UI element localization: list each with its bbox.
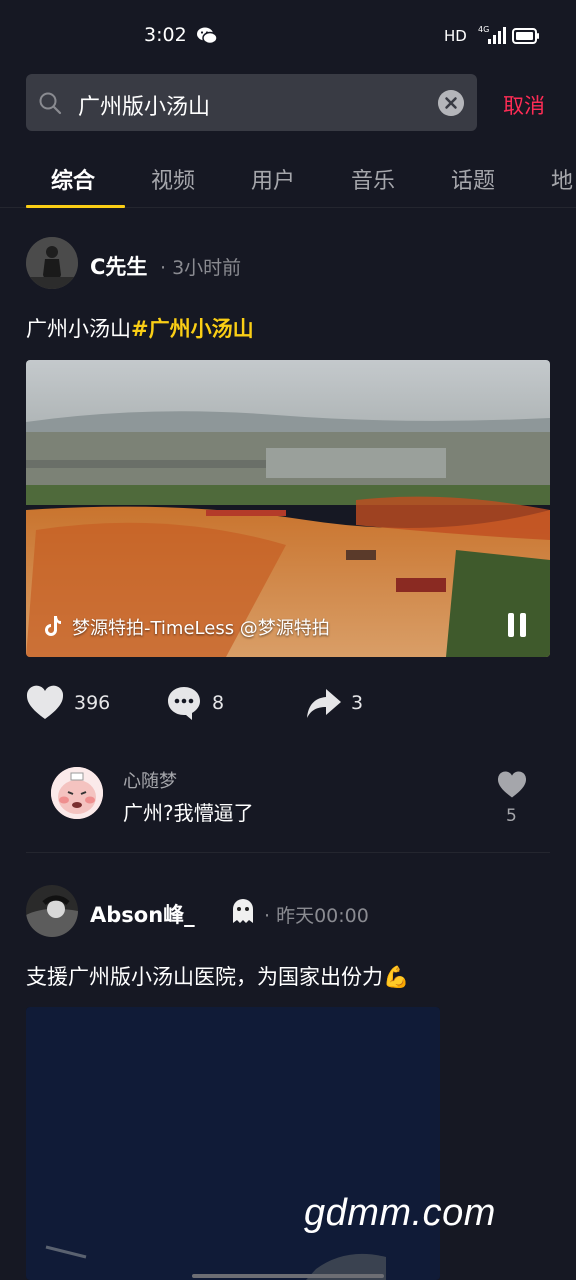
like-count: 396 — [74, 692, 111, 714]
home-indicator[interactable] — [192, 1274, 384, 1278]
signal-label: 4G — [478, 25, 489, 34]
tab-music[interactable]: 音乐 — [351, 163, 395, 195]
network-hd-label: HD — [444, 27, 467, 45]
wechat-icon — [197, 27, 218, 45]
heart-icon[interactable] — [26, 685, 64, 721]
tab-places[interactable]: 地 — [551, 163, 573, 195]
cancel-button[interactable]: 取消 — [503, 90, 545, 120]
share-count: 3 — [351, 692, 364, 714]
post-text: 支援广州版小汤山医院，为国家出份力💪 — [26, 965, 410, 989]
avatar[interactable] — [26, 885, 78, 937]
tab-overall[interactable]: 综合 — [51, 163, 95, 195]
search-query: 广州版小汤山 — [78, 95, 211, 120]
ghost-icon — [233, 899, 253, 923]
comment-avatar[interactable] — [51, 767, 103, 819]
battery-icon — [512, 28, 539, 44]
post-author[interactable]: C先生 — [90, 251, 147, 281]
status-bar: 3:02 HD 4G — [0, 0, 576, 72]
video-caption: 梦源特拍-TimeLess @梦源特拍 — [72, 618, 330, 639]
post-time: · 3小时前 — [160, 257, 242, 279]
tab-users[interactable]: 用户 — [251, 163, 295, 195]
avatar[interactable] — [26, 237, 78, 289]
search-input[interactable]: 广州版小汤山 — [26, 74, 477, 131]
post-time: · 昨天00:00 — [264, 905, 369, 927]
video-player[interactable]: 梦源特拍-TimeLess @梦源特拍 — [26, 360, 550, 657]
video-frame — [26, 1007, 440, 1280]
watermark-text: gdmm.com — [304, 1192, 496, 1234]
status-time: 3:02 — [144, 24, 187, 46]
share-icon[interactable] — [306, 688, 342, 720]
video-frame — [26, 360, 550, 657]
comment-count: 8 — [212, 692, 225, 714]
tiktok-icon — [45, 616, 61, 636]
post-divider — [26, 852, 550, 853]
person-icon — [26, 237, 78, 289]
pause-icon[interactable] — [506, 612, 528, 638]
tab-topics[interactable]: 话题 — [451, 163, 495, 195]
post-text: 广州小汤山#广州小汤山 — [26, 313, 254, 343]
comment-like-count: 5 — [506, 806, 517, 826]
sticker-face-icon — [51, 767, 103, 819]
search-icon — [39, 92, 62, 115]
comment-icon[interactable] — [166, 685, 202, 721]
hashtag-link[interactable]: #广州小汤山 — [131, 317, 254, 341]
tab-videos[interactable]: 视频 — [151, 163, 195, 195]
comment-username[interactable]: 心随梦 — [123, 767, 177, 793]
comment-like-icon[interactable] — [497, 771, 527, 799]
active-tab-indicator — [26, 205, 125, 208]
search-tabs: 综合 视频 用户 音乐 话题 地 — [0, 150, 576, 208]
clear-icon[interactable] — [438, 90, 464, 116]
signal-icon: 4G — [478, 25, 506, 44]
post-author[interactable]: Abson峰_ — [90, 899, 195, 929]
post-text-body: 广州小汤山 — [26, 317, 131, 341]
video-player[interactable] — [26, 1007, 440, 1280]
person-icon — [26, 885, 78, 937]
comment-text: 广州?我懵逼了 — [123, 801, 254, 825]
